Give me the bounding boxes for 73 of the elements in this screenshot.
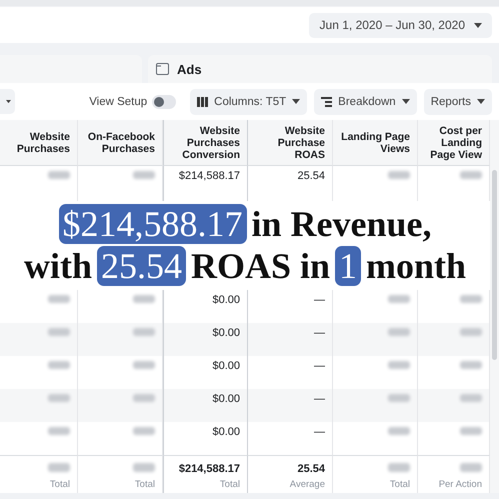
- table-cell: —: [314, 393, 325, 405]
- blurred-value: [133, 463, 155, 472]
- columns-icon: [197, 96, 208, 106]
- table-cell: $214,588.17: [178, 170, 240, 182]
- total-label: Total: [48, 479, 70, 490]
- caret-icon: [402, 99, 410, 104]
- blurred-value: [388, 394, 410, 402]
- blurred-value: [48, 463, 70, 472]
- toolbar-button[interactable]: Breakdown: [314, 88, 417, 114]
- column-header: Cost per Landing Page View: [429, 124, 482, 160]
- total-label: Average: [288, 479, 325, 490]
- blurred-value: [133, 427, 155, 435]
- column-header: Website Purchases Conversion: [181, 124, 240, 160]
- blurred-value: [48, 427, 70, 435]
- blurred-value: [133, 295, 155, 303]
- breakdown-icon: [321, 96, 332, 106]
- dropdown-button[interactable]: [0, 89, 15, 114]
- toolbar-button[interactable]: Columns: T5T: [190, 88, 308, 114]
- blurred-value: [388, 295, 410, 303]
- total-label: Per Action: [438, 479, 482, 490]
- table-cell: $0.00: [212, 360, 240, 372]
- table-cell: $0.00: [212, 393, 240, 405]
- blurred-value: [133, 328, 155, 336]
- column-header: Website Purchases: [16, 130, 70, 154]
- blurred-value: [388, 171, 410, 179]
- blurred-value: [48, 361, 70, 369]
- column-header: On-Facebook Purchases: [86, 130, 155, 154]
- table-cell: $0.00: [212, 294, 240, 306]
- blurred-value: [48, 171, 70, 179]
- column-header: Website Purchase ROAS: [276, 124, 325, 160]
- blurred-value: [460, 361, 482, 369]
- blurred-value: [48, 394, 70, 402]
- blurred-value: [133, 361, 155, 369]
- date-range-button[interactable]: Jun 1, 2020 – Jun 30, 2020: [308, 12, 492, 38]
- table-cell: 25.54: [297, 170, 325, 182]
- headline: $214,588.17 in Revenue,: [58, 204, 432, 244]
- blurred-value: [388, 463, 410, 472]
- scrollbar[interactable]: [490, 120, 499, 493]
- table-cell: $0.00: [212, 327, 240, 339]
- table-cell: $0.00: [212, 426, 240, 438]
- table-cell: —: [314, 327, 325, 339]
- blurred-value: [388, 328, 410, 336]
- caret-icon: [474, 22, 482, 28]
- toolbar-button[interactable]: Reports: [424, 88, 492, 114]
- table-cell: —: [314, 360, 325, 372]
- table-cell: —: [314, 294, 325, 306]
- caret-icon: [6, 99, 11, 104]
- blurred-value: [388, 361, 410, 369]
- blurred-value: [48, 328, 70, 336]
- headline: with 25.54 ROAS in 1 month: [24, 246, 466, 286]
- blurred-value: [460, 295, 482, 303]
- view-setup-label: View Setup: [89, 96, 148, 108]
- column-header: Landing Page Views: [340, 130, 410, 154]
- total-value: $214,588.17: [178, 463, 240, 475]
- blurred-value: [133, 171, 155, 179]
- total-label: Total: [388, 479, 410, 490]
- caret-icon: [477, 99, 485, 104]
- blurred-value: [460, 427, 482, 435]
- blurred-value: [460, 328, 482, 336]
- ads-tab[interactable]: Ads: [148, 55, 492, 83]
- window-icon: [156, 63, 169, 75]
- blurred-value: [460, 463, 482, 472]
- view-setup-toggle[interactable]: [152, 94, 176, 108]
- blurred-value: [388, 427, 410, 435]
- caret-icon: [292, 99, 300, 104]
- total-value: 25.54: [297, 463, 325, 475]
- blurred-value: [133, 394, 155, 402]
- blurred-value: [460, 171, 482, 179]
- total-label: Total: [134, 479, 155, 490]
- blurred-value: [460, 394, 482, 402]
- blurred-value: [48, 295, 70, 303]
- table-cell: —: [314, 426, 325, 438]
- total-label: Total: [218, 479, 240, 490]
